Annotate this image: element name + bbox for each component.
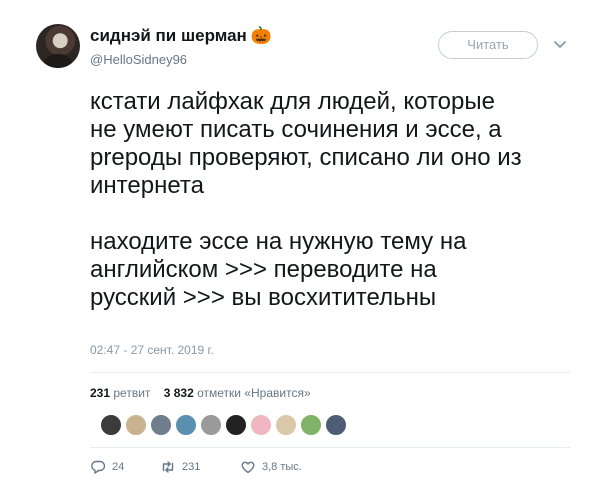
display-name-text: сиднэй пи шерман [90,26,247,45]
like-count: 3,8 тыс. [262,461,302,473]
tweet-text: кстати лайфхак для людей, которые не уме… [90,88,522,311]
liker-avatar-4[interactable] [175,414,197,436]
liker-avatar-2[interactable] [125,414,147,436]
retweet-button[interactable]: 231 [160,459,240,475]
liker-avatar-3[interactable] [150,414,172,436]
pumpkin-emoji: 🎃 [250,26,272,45]
chevron-down-icon[interactable] [552,36,568,52]
tweet-actions: 24 231 3,8 тыс. [90,457,302,477]
liker-avatar-1[interactable] [100,414,122,436]
divider [90,447,570,448]
display-name[interactable]: сиднэй пи шерман 🎃 [90,26,272,46]
tweet-timestamp[interactable]: 02:47 - 27 сент. 2019 г. [90,343,214,357]
liker-avatar-9[interactable] [300,414,322,436]
retweet-stat[interactable]: 231 ретвит [90,386,150,400]
reply-icon [91,460,106,474]
tweet-stats: 231 ретвит 3 832 отметки «Нравится» [90,386,311,400]
liker-avatars [100,414,347,440]
liker-avatar-7[interactable] [250,414,272,436]
avatar[interactable] [36,24,80,68]
retweet-count: 231 [90,386,111,400]
reply-count: 24 [112,461,125,473]
likes-stat[interactable]: 3 832 отметки «Нравится» [164,386,311,400]
liker-avatar-10[interactable] [325,414,347,436]
likes-count: 3 832 [163,386,194,400]
follow-button[interactable]: Читать [438,31,538,59]
reply-button[interactable]: 24 [90,459,160,475]
retweet-label: ретвит [113,386,151,400]
retweet-icon [162,461,174,473]
liker-avatar-6[interactable] [225,414,247,436]
divider [90,372,570,373]
likes-label: отметки «Нравится» [197,386,311,400]
liker-avatar-8[interactable] [275,414,297,436]
like-button[interactable]: 3,8 тыс. [240,459,302,475]
liker-avatar-5[interactable] [200,414,222,436]
retweet-action-count: 231 [182,461,201,473]
user-handle[interactable]: @HelloSidney96 [90,52,187,67]
heart-icon [241,461,255,474]
